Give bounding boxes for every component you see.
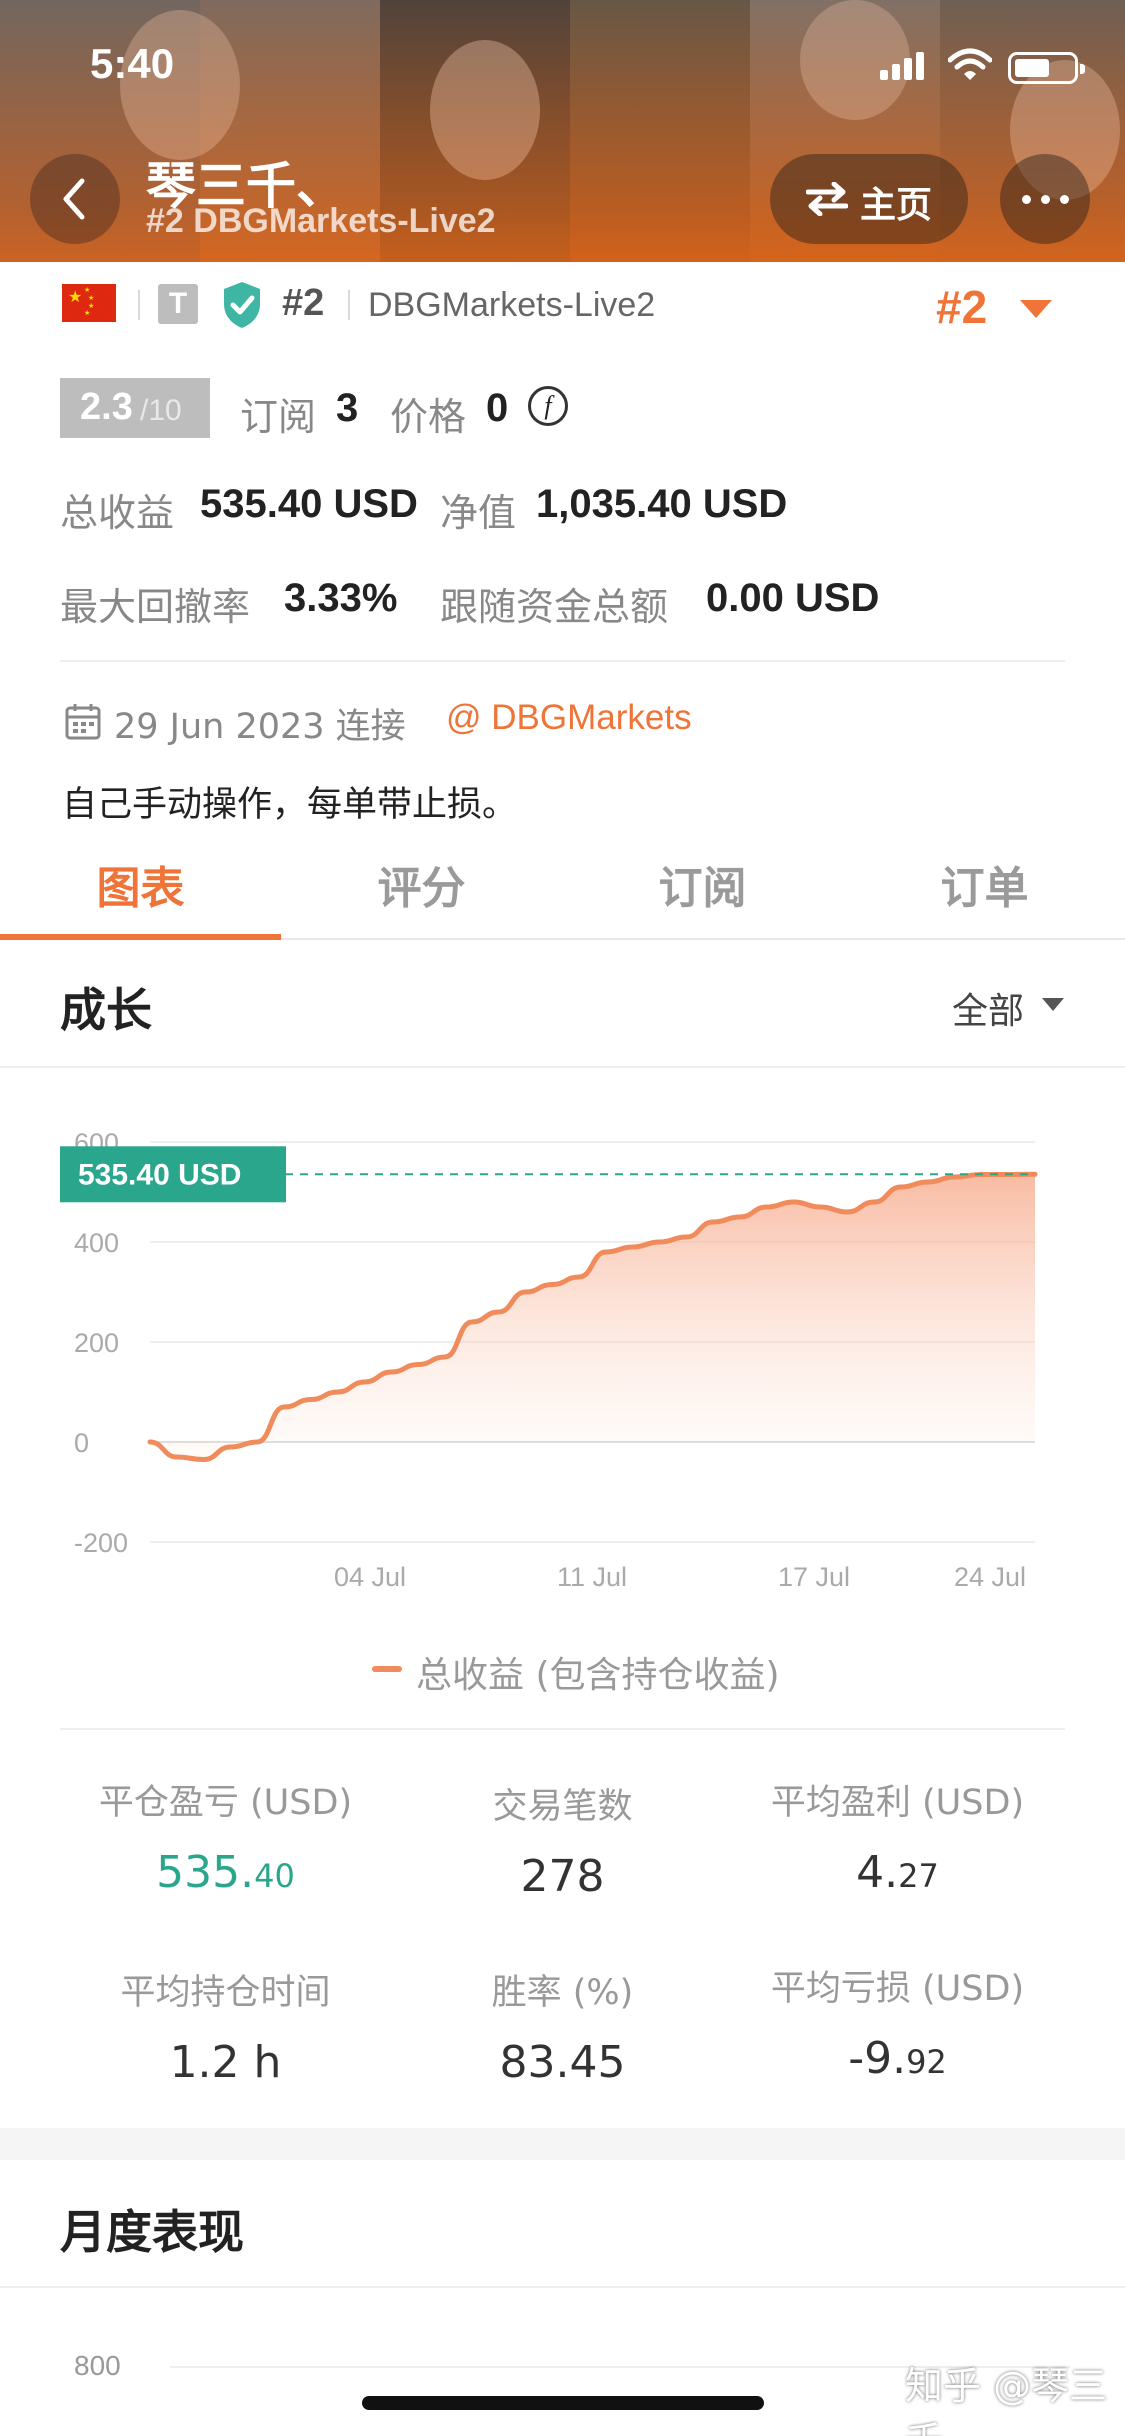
account-type-badge: T <box>158 284 198 324</box>
total-profit-label: 总收益 <box>60 491 175 535</box>
total-profit-value: 535.40 USD <box>200 482 418 526</box>
stat-value: 83.45 <box>499 2037 626 2088</box>
coin-icon: f <box>528 386 568 426</box>
score-badge: 2.3 /10 <box>60 378 210 438</box>
equity-value: 1,035.40 USD <box>536 482 788 526</box>
stat-label: 平均亏损 (USD) <box>770 1969 1025 2009</box>
wifi-icon <box>947 48 993 86</box>
broker-link[interactable]: @ DBGMarkets <box>446 698 692 738</box>
stat-label: 平均盈利 (USD) <box>770 1783 1025 1823</box>
stat-label: 平均持仓时间 <box>120 1973 331 2013</box>
divider <box>60 1728 1065 1730</box>
stat-value: 535.40 <box>156 1847 295 1898</box>
stat-avg-loss: 平均亏损 (USD) -9.92 <box>710 1960 1085 2084</box>
stat-avg-hold-time: 平均持仓时间 1.2 h <box>38 1964 413 2088</box>
tab-rating[interactable]: 评分 <box>281 852 562 916</box>
home-button[interactable]: 主页 <box>770 154 968 244</box>
verified-shield-icon <box>224 282 260 328</box>
connect-date: 29 Jun 2023 连接 <box>114 707 406 747</box>
chevron-left-icon <box>63 178 85 220</box>
divider <box>138 290 140 320</box>
stat-avg-profit: 平均盈利 (USD) 4.27 <box>710 1774 1085 1898</box>
server-name: DBGMarkets-Live2 <box>368 286 656 324</box>
price-label: 价格 <box>390 395 467 439</box>
x-tick-label: 04 Jul <box>334 1562 406 1592</box>
current-value-label: 535.40 USD <box>78 1158 241 1191</box>
more-button[interactable] <box>1000 154 1090 244</box>
growth-chart: 6004002000-200 535.40 USD 04 Jul 11 Jul 17… <box>60 1128 1038 1592</box>
china-flag-icon: ★ ★ ★ ★ ★ <box>62 284 116 322</box>
score-value: 2.3 <box>80 386 133 428</box>
divider <box>0 2286 1125 2288</box>
stat-label: 交易笔数 <box>492 1787 633 1827</box>
divider <box>60 660 1065 662</box>
x-tick-label: 24 Jul <box>954 1562 1026 1592</box>
legend-label: 总收益 (包含持仓收益) <box>416 1655 780 1696</box>
max-drawdown-label: 最大回撤率 <box>60 585 251 629</box>
status-time: 5:40 <box>90 40 175 87</box>
back-button[interactable] <box>30 154 120 244</box>
stat-label: 胜率 (%) <box>491 1973 634 2013</box>
legend-line-swatch <box>372 1666 402 1672</box>
rank-label: #2 <box>282 282 325 324</box>
score-row: 2.3 /10 订阅 3 价格 0 f <box>60 378 1060 442</box>
stat-trade-count: 交易笔数 278 <box>375 1778 750 1902</box>
drawdown-row: 最大回撤率 3.33% 跟随资金总额 0.00 USD <box>60 574 1060 630</box>
growth-header: 成长 全部 <box>0 940 1125 1068</box>
y-tick-label: 400 <box>74 1228 119 1258</box>
equity-label: 净值 <box>440 491 517 535</box>
stat-value: 278 <box>520 1851 605 1902</box>
more-dots-icon <box>1022 195 1031 204</box>
tab-orders[interactable]: 订单 <box>844 852 1125 916</box>
x-tick-label: 11 Jul <box>557 1562 627 1592</box>
strategy-description: 自己手动操作，每单带止损。 <box>62 785 518 825</box>
profit-row: 总收益 535.40 USD 净值 1,035.40 USD <box>60 480 1060 536</box>
connect-row: 29 Jun 2023 连接 @ DBGMarkets <box>62 696 1062 747</box>
battery-icon <box>1008 52 1085 84</box>
account-meta-row: ★ ★ ★ ★ ★ T #2 DBGMarkets-Live2 #2 <box>62 280 1062 333</box>
stat-closed-pnl: 平仓盈亏 (USD) 535.40 <box>38 1774 413 1898</box>
divider <box>348 290 350 320</box>
calendar-icon <box>65 704 101 740</box>
trader-server: #2 DBGMarkets-Live2 <box>146 202 496 240</box>
score-max: /10 <box>140 394 182 427</box>
tab-bar: 图表 评分 订阅 订单 <box>0 838 1125 940</box>
stat-label: 平仓盈亏 (USD) <box>98 1783 353 1823</box>
swap-icon <box>806 182 848 216</box>
subscribe-count: 3 <box>336 386 359 430</box>
chart-area-fill <box>150 1174 1035 1460</box>
y-tick-label: 200 <box>74 1328 119 1358</box>
y-tick-label: 0 <box>74 1428 89 1458</box>
stat-win-rate: 胜率 (%) 83.45 <box>375 1964 750 2088</box>
caret-down-icon[interactable] <box>1020 300 1052 318</box>
current-value-tag: 535.40 USD <box>60 1146 286 1203</box>
home-button-label: 主页 <box>860 185 933 226</box>
y-tick-label: -200 <box>74 1528 128 1558</box>
x-tick-label: 17 Jul <box>778 1562 850 1592</box>
follow-funds-value: 0.00 USD <box>706 576 880 620</box>
tab-subscribe[interactable]: 订阅 <box>562 852 843 916</box>
section-gap <box>0 2128 1125 2160</box>
max-drawdown-value: 3.33% <box>284 576 398 620</box>
cellular-signal-icon <box>880 52 928 80</box>
monthly-axis-tick: 800 <box>74 2350 121 2381</box>
tab-chart[interactable]: 图表 <box>0 852 281 916</box>
monthly-title: 月度表现 <box>60 2205 244 2259</box>
stat-value: -9.92 <box>848 2033 947 2084</box>
stat-value: 4.27 <box>856 1847 939 1898</box>
price-value: 0 <box>486 386 509 430</box>
watermark: 知乎 @琴三千、 <box>905 2364 1108 2436</box>
caret-down-icon[interactable] <box>1042 998 1064 1011</box>
range-filter[interactable]: 全部 <box>952 982 1024 1034</box>
follow-funds-label: 跟随资金总额 <box>440 585 669 629</box>
stat-value: 1.2 h <box>169 2037 282 2088</box>
home-indicator <box>362 2396 764 2410</box>
status-bar: 5:40 <box>0 40 1125 100</box>
growth-title: 成长 <box>60 983 152 1037</box>
rank-selector[interactable]: #2 <box>936 280 987 334</box>
subscribe-label: 订阅 <box>240 395 317 439</box>
